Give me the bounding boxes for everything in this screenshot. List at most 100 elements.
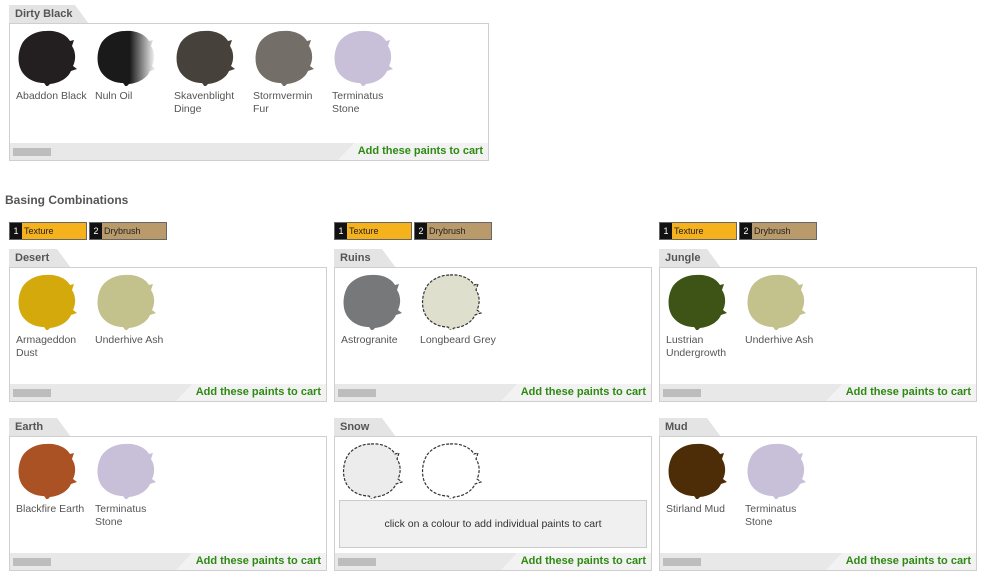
- panel-title: Snow: [334, 418, 396, 437]
- paint-swatch[interactable]: [341, 441, 411, 499]
- paint-name: Underhive Ash: [95, 334, 164, 346]
- paint-swatch[interactable]: Terminatus Stone: [745, 441, 815, 529]
- price-placeholder: [13, 389, 51, 397]
- panel-footer: Add these paints to cart: [335, 384, 651, 401]
- paint-blob: [421, 274, 482, 330]
- paint-swatch[interactable]: Underhive Ash: [95, 272, 165, 347]
- panel-title: Ruins: [334, 249, 396, 268]
- paint-blob: [668, 443, 727, 499]
- panel-body: Add these paints to cart Abaddon Black Nu…: [9, 23, 489, 161]
- step-number: 1: [335, 223, 347, 239]
- paint-swatch[interactable]: [420, 441, 490, 499]
- panel-desert: Desert Armageddon Dust Underhive Ash Add th…: [9, 249, 327, 402]
- add-to-cart-link[interactable]: Add these paints to cart: [175, 553, 326, 570]
- paint-name: Blackfire Earth: [16, 503, 85, 515]
- paint-name: Terminatus Stone: [745, 503, 797, 528]
- panel-title: Jungle: [659, 249, 721, 268]
- paint-swatch[interactable]: Nuln Oil: [95, 28, 165, 103]
- price-placeholder: [663, 558, 701, 566]
- panel-footer: Add these paints to cart: [660, 553, 976, 570]
- panel-snow: Snow click on a colour to add individual …: [334, 418, 652, 571]
- price-placeholder: [338, 389, 376, 397]
- paint-blob: [668, 274, 727, 330]
- paint-name: Nuln Oil: [95, 90, 133, 102]
- paint-name: Longbeard Grey: [420, 334, 496, 346]
- panel-title: Earth: [9, 418, 71, 437]
- panel-footer: Add these paints to cart: [335, 553, 651, 570]
- paint-blob: [421, 443, 482, 499]
- paint-swatch[interactable]: Astrogranite: [341, 272, 411, 347]
- step-drybrush[interactable]: 2 Drybrush: [414, 222, 492, 240]
- step-texture[interactable]: 1 Texture: [334, 222, 412, 240]
- paint-name: Terminatus Stone: [332, 90, 384, 115]
- panel-title: Dirty Black: [9, 5, 89, 24]
- paint-blob: [97, 274, 156, 330]
- paint-blob: [18, 30, 77, 86]
- panel-title: Mud: [659, 418, 721, 437]
- paint-name: Terminatus Stone: [95, 503, 147, 528]
- paint-swatch[interactable]: Stormvermin Fur: [253, 28, 323, 116]
- paint-name: Underhive Ash: [745, 334, 814, 346]
- step-texture[interactable]: 1 Texture: [9, 222, 87, 240]
- panel-title: Desert: [9, 249, 71, 268]
- paint-blob: [176, 30, 235, 86]
- paint-swatch[interactable]: Blackfire Earth: [16, 441, 86, 516]
- step-label: Texture: [349, 226, 379, 236]
- paint-blob: [18, 443, 77, 499]
- panel-footer: Add these paints to cart: [10, 143, 488, 160]
- paint-blob: [747, 443, 806, 499]
- paint-blob: [343, 274, 402, 330]
- panel-body: click on a colour to add individual pain…: [334, 436, 652, 571]
- paint-blob: [18, 274, 77, 330]
- step-drybrush[interactable]: 2 Drybrush: [89, 222, 167, 240]
- panel-footer: Add these paints to cart: [660, 384, 976, 401]
- paint-swatch[interactable]: Terminatus Stone: [95, 441, 165, 529]
- paint-swatch[interactable]: Longbeard Grey: [420, 272, 496, 347]
- step-drybrush[interactable]: 2 Drybrush: [739, 222, 817, 240]
- paint-name: Abaddon Black: [16, 90, 87, 102]
- paint-name: Armageddon Dust: [16, 334, 77, 359]
- add-to-cart-link[interactable]: Add these paints to cart: [175, 384, 326, 401]
- paint-swatch[interactable]: Underhive Ash: [745, 272, 815, 347]
- add-to-cart-link[interactable]: Add these paints to cart: [825, 384, 976, 401]
- panel-body: Blackfire Earth Terminatus Stone Add these…: [9, 436, 327, 571]
- paint-swatch[interactable]: Stirland Mud: [666, 441, 736, 516]
- add-to-cart-link[interactable]: Add these paints to cart: [500, 553, 651, 570]
- paint-name: Skavenblight Dinge: [174, 90, 235, 115]
- paint-blob: [747, 274, 806, 330]
- panel-ruins: Ruins Astrogranite Longbeard Grey Add these…: [334, 249, 652, 402]
- paint-name: Stormvermin Fur: [253, 90, 313, 115]
- add-to-cart-link[interactable]: Add these paints to cart: [337, 143, 488, 160]
- step-label: Drybrush: [104, 226, 141, 236]
- panel-body: Astrogranite Longbeard Grey Add these pain…: [334, 267, 652, 402]
- section-title: Basing Combinations: [5, 193, 129, 207]
- step-number: 2: [90, 223, 102, 239]
- paint-name: Lustrian Undergrowth: [666, 334, 727, 359]
- step-number: 1: [660, 223, 672, 239]
- paint-blob: [255, 30, 314, 86]
- panel-mud: Mud Stirland Mud Terminatus Stone Add these…: [659, 418, 977, 571]
- paint-blob: [97, 30, 156, 86]
- step-number: 2: [415, 223, 427, 239]
- add-paints-hint: click on a colour to add individual pain…: [339, 500, 647, 548]
- panel-footer: Add these paints to cart: [10, 553, 326, 570]
- paint-swatch[interactable]: Skavenblight Dinge: [174, 28, 244, 116]
- panel-jungle: Jungle Lustrian Undergrowth Underhive Ash A…: [659, 249, 977, 402]
- add-to-cart-link[interactable]: Add these paints to cart: [825, 553, 976, 570]
- panel-body: Armageddon Dust Underhive Ash Add these pa…: [9, 267, 327, 402]
- step-texture[interactable]: 1 Texture: [659, 222, 737, 240]
- paint-swatch[interactable]: Armageddon Dust: [16, 272, 86, 360]
- step-label: Drybrush: [754, 226, 791, 236]
- panel-dirty-black: Dirty Black Add these paints to cart Aba…: [9, 5, 489, 161]
- paint-swatch[interactable]: Lustrian Undergrowth: [666, 272, 736, 360]
- add-to-cart-link[interactable]: Add these paints to cart: [500, 384, 651, 401]
- paint-blob: [342, 443, 403, 499]
- paint-swatch[interactable]: Abaddon Black: [16, 28, 87, 103]
- panel-footer: Add these paints to cart: [10, 384, 326, 401]
- paint-swatch[interactable]: Terminatus Stone: [332, 28, 402, 116]
- step-number: 1: [10, 223, 22, 239]
- panel-body: Stirland Mud Terminatus Stone Add these pa…: [659, 436, 977, 571]
- step-number: 2: [740, 223, 752, 239]
- paint-name: Stirland Mud: [666, 503, 725, 515]
- paint-name: Astrogranite: [341, 334, 398, 346]
